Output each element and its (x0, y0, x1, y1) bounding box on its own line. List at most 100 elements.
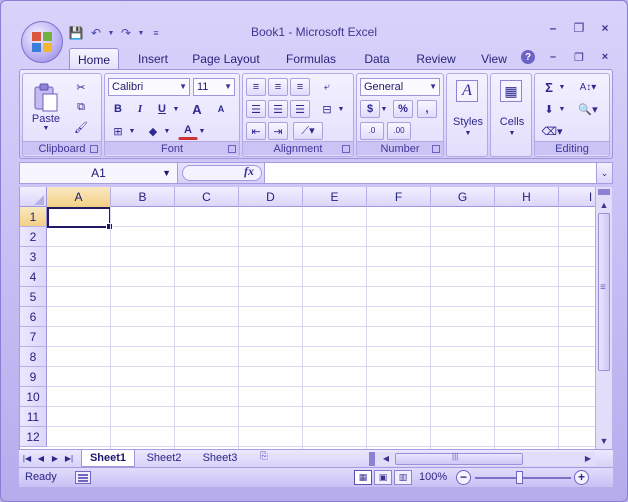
office-button[interactable] (21, 21, 63, 63)
alignment-launcher-icon[interactable] (342, 145, 350, 153)
sheet-tab-1[interactable]: Sheet1 (81, 450, 135, 467)
horizontal-scroll-thumb[interactable] (395, 452, 523, 465)
tab-review[interactable]: Review (403, 48, 469, 70)
increase-indent-icon[interactable]: ⇥ (268, 122, 288, 140)
styles-group[interactable]: A Styles ▼ (446, 73, 488, 157)
vertical-scroll-thumb[interactable] (598, 213, 610, 371)
macro-recording-icon[interactable] (75, 471, 91, 484)
tab-view[interactable]: View (469, 48, 519, 70)
row-header-10[interactable]: 10 (20, 387, 47, 407)
decrease-decimal-button[interactable]: .00 (387, 122, 411, 140)
borders-dropdown-icon[interactable]: ▼ (127, 122, 137, 140)
font-launcher-icon[interactable] (228, 145, 236, 153)
orientation-icon[interactable]: ⟋▾ (293, 122, 323, 140)
zoom-slider-track[interactable] (475, 477, 571, 479)
scroll-down-icon[interactable]: ▼ (596, 433, 612, 449)
minimize-workbook-button[interactable]: – (545, 49, 561, 65)
column-header-a[interactable]: A (47, 187, 111, 207)
normal-view-icon[interactable]: ▦ (354, 470, 372, 485)
name-box[interactable]: A1 ▼ (20, 163, 178, 183)
column-header-g[interactable]: G (431, 187, 495, 207)
fill-color-dropdown-icon[interactable]: ▼ (162, 122, 172, 140)
align-top-icon[interactable]: ≡ (246, 78, 266, 96)
column-header-d[interactable]: D (239, 187, 303, 207)
wrap-text-icon[interactable]: ⤶ (317, 78, 337, 96)
find-select-icon[interactable]: 🔍▾ (573, 100, 603, 118)
currency-button[interactable]: $ (360, 100, 380, 118)
currency-dropdown-icon[interactable]: ▼ (379, 100, 389, 118)
zoom-in-icon[interactable]: + (574, 470, 589, 485)
split-handle[interactable] (598, 189, 610, 195)
horizontal-scrollbar[interactable]: ◀ ▶ (369, 452, 595, 466)
column-header-b[interactable]: B (111, 187, 175, 207)
paste-button[interactable]: Paste ▼ (29, 78, 63, 136)
tab-home[interactable]: Home (69, 48, 119, 70)
italic-button[interactable]: I (130, 100, 150, 118)
column-header-h[interactable]: H (495, 187, 559, 207)
minimize-window-button[interactable]: – (545, 21, 561, 35)
formula-input[interactable] (264, 163, 596, 183)
align-center-icon[interactable]: ☰ (268, 100, 288, 118)
cells-group[interactable]: ▦ Cells ▼ (490, 73, 532, 157)
comma-button[interactable]: , (417, 100, 437, 118)
row-header-11[interactable]: 11 (20, 407, 47, 427)
restore-workbook-button[interactable]: ❐ (571, 49, 587, 65)
close-window-button[interactable]: × (597, 21, 613, 35)
tab-split-handle[interactable] (369, 452, 375, 466)
fill-color-icon[interactable]: ◆ (143, 122, 163, 140)
row-header-6[interactable]: 6 (20, 307, 47, 327)
tab-formulas[interactable]: Formulas (271, 48, 351, 70)
page-layout-view-icon[interactable]: ▣ (374, 470, 392, 485)
worksheet-grid[interactable]: ABCDEFGHI 1 2 3 4 5 6 7 8 9 10 11 12 (19, 187, 595, 449)
tab-insert[interactable]: Insert (125, 48, 181, 70)
insert-sheet-icon[interactable]: ⎘ (254, 451, 274, 466)
autosum-button[interactable]: Σ (539, 78, 559, 96)
first-sheet-icon[interactable]: |◀ (21, 452, 33, 465)
help-icon[interactable]: ? (521, 50, 535, 64)
vertical-scrollbar[interactable]: ▲ ▼ (595, 187, 612, 449)
format-painter-icon[interactable]: 🖌 (71, 118, 91, 136)
row-header-4[interactable]: 4 (20, 267, 47, 287)
row-header-7[interactable]: 7 (20, 327, 47, 347)
align-bottom-icon[interactable]: ≡ (290, 78, 310, 96)
page-break-view-icon[interactable]: ▥ (394, 470, 412, 485)
row-header-9[interactable]: 9 (20, 367, 47, 387)
next-sheet-icon[interactable]: ▶ (49, 452, 61, 465)
tab-page-layout[interactable]: Page Layout (181, 48, 271, 70)
row-header-2[interactable]: 2 (20, 227, 47, 247)
font-color-button[interactable]: A (178, 122, 198, 140)
column-header-f[interactable]: F (367, 187, 431, 207)
autosum-dropdown-icon[interactable]: ▼ (557, 78, 567, 96)
sheet-tab-2[interactable]: Sheet2 (137, 450, 191, 467)
align-middle-icon[interactable]: ≡ (268, 78, 288, 96)
scroll-up-icon[interactable]: ▲ (596, 197, 612, 213)
decrease-indent-icon[interactable]: ⇤ (246, 122, 266, 140)
fill-dropdown-icon[interactable]: ▼ (557, 100, 567, 118)
sort-filter-icon[interactable]: A↕▾ (573, 78, 603, 96)
number-format-combo[interactable]: General ▼ (360, 78, 440, 96)
fill-icon[interactable]: ⬇ (539, 100, 559, 118)
prev-sheet-icon[interactable]: ◀ (35, 452, 47, 465)
column-header-i[interactable]: I (559, 187, 595, 207)
insert-function-button[interactable]: fx (244, 164, 254, 179)
align-left-icon[interactable]: ☰ (246, 100, 266, 118)
underline-dropdown-icon[interactable]: ▼ (171, 100, 181, 118)
scroll-right-icon[interactable]: ▶ (581, 452, 595, 466)
restore-window-button[interactable]: ❐ (571, 21, 587, 35)
shrink-font-button[interactable]: A (211, 100, 231, 118)
column-header-e[interactable]: E (303, 187, 367, 207)
merge-dropdown-icon[interactable]: ▼ (336, 100, 346, 118)
clear-icon[interactable]: ⌫▾ (539, 122, 565, 140)
merge-center-icon[interactable]: ⊟ (317, 100, 337, 118)
underline-button[interactable]: U (152, 100, 172, 118)
zoom-level[interactable]: 100% (419, 471, 447, 483)
tab-data[interactable]: Data (351, 48, 403, 70)
row-header-12[interactable]: 12 (20, 427, 47, 447)
font-size-combo[interactable]: 11 ▼ (193, 78, 235, 96)
scroll-left-icon[interactable]: ◀ (379, 452, 393, 466)
grow-font-button[interactable]: A (187, 100, 207, 118)
cut-icon[interactable]: ✂ (71, 78, 91, 96)
borders-icon[interactable]: ⊞ (108, 122, 128, 140)
row-header-3[interactable]: 3 (20, 247, 47, 267)
select-all-button[interactable] (20, 187, 47, 207)
